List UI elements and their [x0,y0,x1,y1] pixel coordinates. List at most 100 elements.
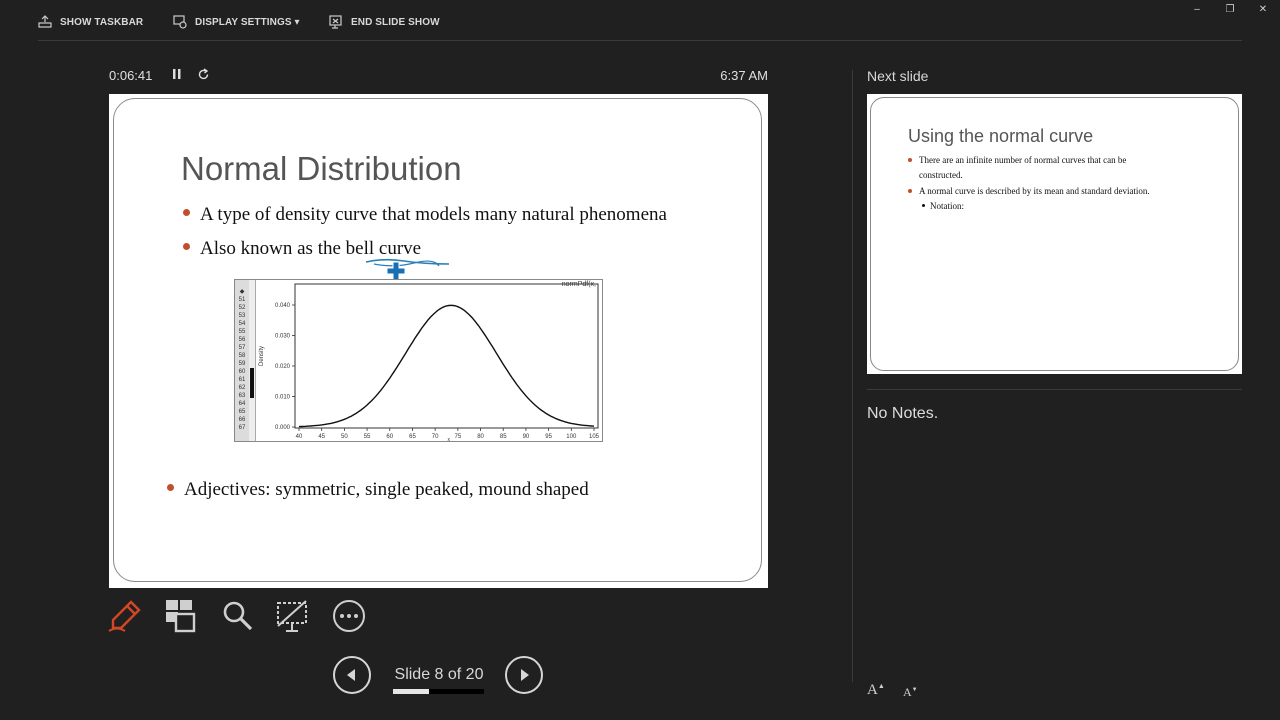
x-tick-label: 105 [589,434,600,440]
row-number [235,280,249,288]
increase-notes-font-button[interactable]: A▲ [867,682,885,699]
more-options-icon [333,600,365,632]
row-number: 66 [238,417,246,423]
restart-timer-button[interactable] [197,68,210,84]
previous-slide-button[interactable] [333,656,371,694]
current-time: 6:37 AM [720,68,768,83]
zoom-icon [223,601,253,631]
y-tick-label: 0.030 [275,334,291,340]
black-screen-button[interactable] [275,598,311,634]
next-slide-bullet: There are an infinite number of normal c… [919,155,1127,165]
row-number: 60 [238,369,246,375]
row-number: 54 [238,321,246,327]
bullet-text: A type of density curve that models many… [200,204,667,225]
x-tick-label: 65 [409,434,416,440]
bullet-dot [183,209,190,217]
taskbar-icon [38,15,52,28]
y-tick-label: 0.000 [275,425,291,431]
row-number: 62 [238,385,246,391]
slide-bullet: Adjectives: symmetric, single peaked, mo… [167,479,589,501]
x-tick-label: 85 [500,434,507,440]
x-axis-label: x [448,437,451,441]
minimize-button[interactable]: – [1189,4,1205,18]
row-number: 59 [238,361,246,367]
speaker-notes: No Notes. [867,405,939,422]
display-settings-label: DISPLAY SETTINGS ▾ [195,16,300,28]
bullet-dot [183,243,190,251]
x-tick-label: 50 [341,434,348,440]
ink-annotation [365,258,450,267]
row-number: 58 [238,353,246,359]
next-slide-subbullet: Notation: [930,201,964,211]
next-slide-title: Using the normal curve [908,126,1094,146]
x-tick-label: 40 [296,434,303,440]
row-number: 53 [238,313,246,319]
next-slide-icon [521,669,529,681]
x-tick-label: 70 [432,434,439,440]
x-tick-label: 55 [364,434,371,440]
row-number: 57 [238,345,246,351]
restore-button[interactable]: ❐ [1222,4,1238,18]
restart-icon [198,68,209,80]
zoom-button[interactable] [219,598,255,634]
pen-tool-button[interactable] [107,598,143,634]
pen-icon [108,600,141,632]
elapsed-timer: 0:06:41 [109,68,153,83]
next-slide-bullet: A normal curve is described by its mean … [919,186,1150,196]
next-slide-label: Next slide [867,68,929,84]
next-slide-button[interactable] [505,656,543,694]
row-number: 64 [238,401,246,407]
next-bullet-dot [908,158,912,162]
embedded-density-chart: ◆ 51 52 53 54 55 56 57 58 59 60 61 62 63 64 65 66 67 norm… [234,279,603,442]
row-number: 51 [238,297,246,303]
next-slide-bullet-cont: constructed. [919,170,963,180]
cursor-crosshair-icon [387,262,405,280]
row-number: 61 [238,377,246,383]
panel-divider [852,70,853,682]
slide-progress-bar [393,689,484,694]
current-slide[interactable]: Normal Distribution A type of density cu… [109,94,768,588]
end-slide-show-label: END SLIDE SHOW [351,16,440,28]
next-bullet-dot [908,189,912,193]
close-button[interactable]: ✕ [1255,4,1271,18]
y-tick-label: 0.040 [275,303,291,309]
see-all-slides-button[interactable] [162,598,198,634]
more-options-button[interactable] [331,598,367,634]
row-number: 56 [238,337,246,343]
bullet-dot [167,484,174,492]
slide-title: Normal Distribution [181,150,462,187]
black-screen-icon [277,600,307,632]
toolbar-divider [38,40,1242,41]
x-tick-label: 100 [566,434,577,440]
increase-font-label: A [867,682,878,698]
pause-timer-button[interactable] [172,68,182,83]
row-number: 67 [238,425,246,431]
slide-counter[interactable]: Slide 8 of 20 [393,666,485,684]
row-number: 63 [238,393,246,399]
density-curve-plot: 0.040 0.030 0.020 0.010 0.000 Density 40 45 50 55… [259,283,600,441]
row-number: ◆ [239,289,245,295]
x-tick-label: 60 [386,434,393,440]
pause-icon [173,69,181,79]
decrease-font-label: A [903,685,912,699]
next-slide-preview[interactable]: Using the normal curve There are an infi… [867,94,1242,374]
decrease-notes-font-button[interactable]: A▼ [903,685,918,700]
end-slide-show-button[interactable]: END SLIDE SHOW [329,13,440,31]
see-all-slides-icon [166,600,196,633]
notes-divider [867,389,1242,390]
next-subbullet-dot [922,204,925,207]
row-number: 55 [238,329,246,335]
bullet-text: Adjectives: symmetric, single peaked, mo… [184,479,589,500]
y-axis-label: Density [259,346,265,366]
slide-bullet: A type of density curve that models many… [183,204,667,226]
x-tick-label: 45 [318,434,325,440]
end-slide-show-icon [329,15,342,29]
show-taskbar-button[interactable]: SHOW TASKBAR [38,13,143,31]
row-number-strip: ◆ 51 52 53 54 55 56 57 58 59 60 61 62 63 64 65 66 67 [235,280,250,441]
x-tick-label: 90 [523,434,530,440]
x-tick-label: 75 [455,434,462,440]
show-taskbar-label: SHOW TASKBAR [60,16,144,28]
y-tick-label: 0.010 [275,395,291,401]
y-tick-label: 0.020 [275,364,291,370]
display-settings-button[interactable]: DISPLAY SETTINGS ▾ [173,13,300,31]
